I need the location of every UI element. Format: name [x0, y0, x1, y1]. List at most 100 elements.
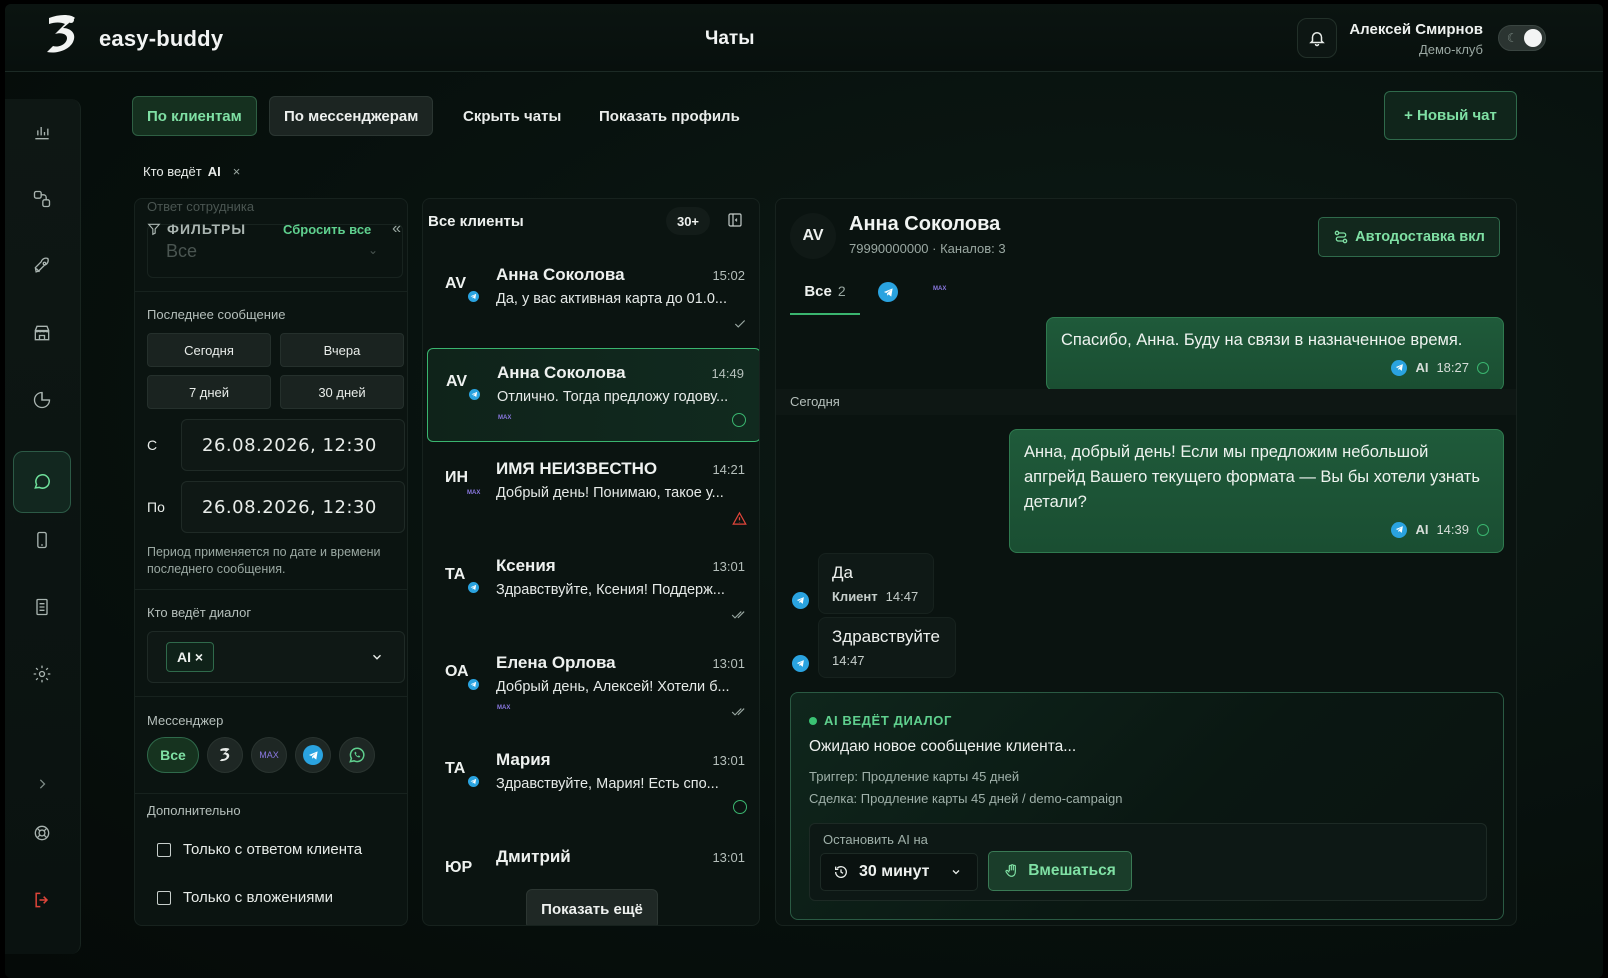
chat-list-item-active[interactable]: AV Анна Соколова 14:49 Отлично. Тогда пр…: [427, 348, 759, 442]
user-name[interactable]: Алексей Смирнов: [1349, 21, 1483, 38]
range-30days-button[interactable]: 30 дней: [280, 375, 404, 409]
theme-toggle[interactable]: ☾: [1498, 25, 1546, 51]
who-leads-label: Кто ведёт диалог: [147, 605, 252, 620]
notifications-button[interactable]: [1297, 18, 1337, 58]
panel-toggle-icon[interactable]: [727, 212, 743, 228]
autodelivery-button[interactable]: Автодоставка вкл: [1318, 217, 1500, 257]
messenger-whatsapp-button[interactable]: [339, 737, 375, 773]
who-leads-select[interactable]: AI ×: [147, 631, 405, 683]
range-yesterday-button[interactable]: Вчера: [280, 333, 404, 367]
delivered-icon: [1477, 361, 1489, 374]
filters-panel: Ответ сотрудника Все ⌄ ФИЛЬТРЫ Сбросить …: [134, 198, 408, 926]
sidebar-item-analytics[interactable]: [13, 101, 71, 163]
chat-time: 13:01: [712, 753, 745, 768]
app-name[interactable]: easy-buddy: [99, 26, 223, 52]
user-club: Демо-клуб: [1418, 42, 1483, 57]
checkbox[interactable]: [157, 842, 171, 857]
message-outgoing: Анна, добрый день! Если мы предложим неб…: [1009, 429, 1504, 553]
range-today-button[interactable]: Сегодня: [147, 333, 271, 367]
ai-status-text: Ожидаю новое сообщение клиента...: [809, 738, 1077, 755]
date-to-input[interactable]: 26.08.2026, 12:30: [181, 481, 405, 533]
tab-by-messengers[interactable]: По мессенджерам: [269, 96, 434, 136]
analytics-icon: [35, 127, 49, 140]
show-profile-button[interactable]: Показать профиль: [585, 96, 754, 136]
logout-icon: [35, 892, 49, 908]
message-incoming: Да Клиент 14:47: [818, 553, 934, 614]
chat-list-item[interactable]: ОА Елена Орлова 13:01 Добрый день, Алекс…: [427, 639, 759, 733]
pie-chart-icon: [33, 391, 51, 409]
collapse-filters-button[interactable]: «: [392, 220, 401, 238]
avatar: ЮР: [445, 859, 473, 876]
sidebar-item-phone[interactable]: [13, 509, 71, 571]
messenger-all-button[interactable]: Все: [147, 737, 199, 773]
avatar: AV: [790, 213, 836, 259]
intervene-button[interactable]: Вмешаться: [988, 851, 1132, 891]
telegram-icon: [466, 289, 481, 304]
tab-all-count: 2: [837, 283, 846, 299]
contact-name[interactable]: Анна Соколова: [849, 213, 1000, 236]
message-meta: 14:47: [832, 653, 942, 668]
sidebar-item-reports[interactable]: [13, 369, 71, 431]
message-text: Спасибо, Анна. Буду на связи в назначенн…: [1061, 331, 1463, 349]
date-from-input[interactable]: 26.08.2026, 12:30: [181, 419, 405, 471]
message-incoming: Здравствуйте 14:47: [818, 617, 956, 678]
tab-by-clients[interactable]: По клиентам: [132, 96, 257, 136]
new-chat-button[interactable]: + Новый чат: [1384, 91, 1517, 140]
chat-icon: [34, 474, 50, 489]
logo-icon[interactable]: [41, 12, 83, 58]
tab-all[interactable]: Все 2: [790, 269, 860, 315]
bell-icon: [1309, 32, 1325, 47]
sidebar-item-campaigns[interactable]: [13, 235, 71, 297]
divider: [135, 589, 407, 590]
messenger-max-button[interactable]: MAX: [251, 737, 287, 773]
sidebar-item-help[interactable]: [13, 802, 71, 864]
only-attachments-checkbox[interactable]: Только с вложениями: [157, 889, 333, 906]
tab-max[interactable]: MAX: [933, 286, 946, 292]
sidebar-item-documents[interactable]: [13, 576, 71, 638]
sidebar-item-store[interactable]: [13, 302, 71, 364]
sidebar-item-logout[interactable]: [13, 869, 71, 931]
message-time: 14:47: [885, 589, 919, 604]
day-separator-label: Сегодня: [790, 394, 840, 409]
ai-status-badge-label: AI ВЕДЁТ ДИАЛОГ: [824, 713, 952, 728]
range-7days-button[interactable]: 7 дней: [147, 375, 271, 409]
chat-list-item[interactable]: AV Анна Соколова 15:02 Да, у вас активна…: [427, 251, 759, 345]
chat-list-item[interactable]: ТА Мария 13:01 Здравствуйте, Мария! Есть…: [427, 736, 759, 830]
ai-status-badge: AI ВЕДЁТ ДИАЛОГ: [809, 713, 952, 728]
chat-time: 13:01: [712, 656, 745, 671]
avatar: AV: [446, 373, 468, 390]
channel-tabs: Все 2 MAX: [790, 269, 1500, 315]
chat-list-item[interactable]: ТА Ксения 13:01 Здравствуйте, Ксения! По…: [427, 542, 759, 636]
remove-filter-button[interactable]: ×: [233, 164, 241, 179]
day-separator: Сегодня: [776, 389, 1516, 415]
messenger-easybuddy-button[interactable]: [207, 737, 243, 773]
hide-chats-button[interactable]: Скрыть чаты: [449, 96, 575, 136]
sidebar-item-settings[interactable]: [13, 643, 71, 705]
stop-duration-select[interactable]: 30 минут: [820, 853, 978, 891]
show-more-button[interactable]: Показать ещё: [526, 889, 658, 925]
sidebar-item-connections[interactable]: [13, 168, 71, 230]
telegram-icon: [303, 745, 323, 765]
warning-icon: [732, 511, 747, 525]
ok-icon: [732, 413, 746, 427]
rocket-icon: [34, 257, 49, 273]
only-client-reply-label: Только с ответом клиента: [183, 841, 363, 858]
who-leads-tag[interactable]: AI ×: [166, 642, 215, 672]
chat-list-panel: Все клиенты 30+ AV Анна Соколова 15:02 Д…: [422, 198, 760, 926]
active-filter-chip: Кто ведёт AI ×: [135, 159, 248, 183]
telegram-icon: [466, 677, 481, 692]
chat-time: 13:01: [712, 559, 745, 574]
ai-trigger: Триггер: Продление карты 45 дней: [809, 769, 1020, 784]
telegram-icon: [466, 774, 481, 789]
chevron-down-icon: [952, 870, 959, 875]
checkbox[interactable]: [157, 890, 171, 905]
messenger-label: Мессенджер: [147, 713, 224, 728]
only-client-reply-checkbox[interactable]: Только с ответом клиента: [157, 841, 362, 858]
sidebar-item-chats[interactable]: [13, 451, 71, 513]
messenger-telegram-button[interactable]: [295, 737, 331, 773]
last-message-label: Последнее сообщение: [147, 307, 286, 322]
chat-snippet: Здравствуйте, Ксения! Поддерж...: [496, 582, 725, 598]
tab-telegram[interactable]: [878, 282, 898, 302]
chat-list-item[interactable]: ИН MAX ИМЯ НЕИЗВЕСТНО 14:21 Добрый день!…: [427, 445, 759, 539]
reset-filters-button[interactable]: Сбросить все: [283, 222, 371, 237]
